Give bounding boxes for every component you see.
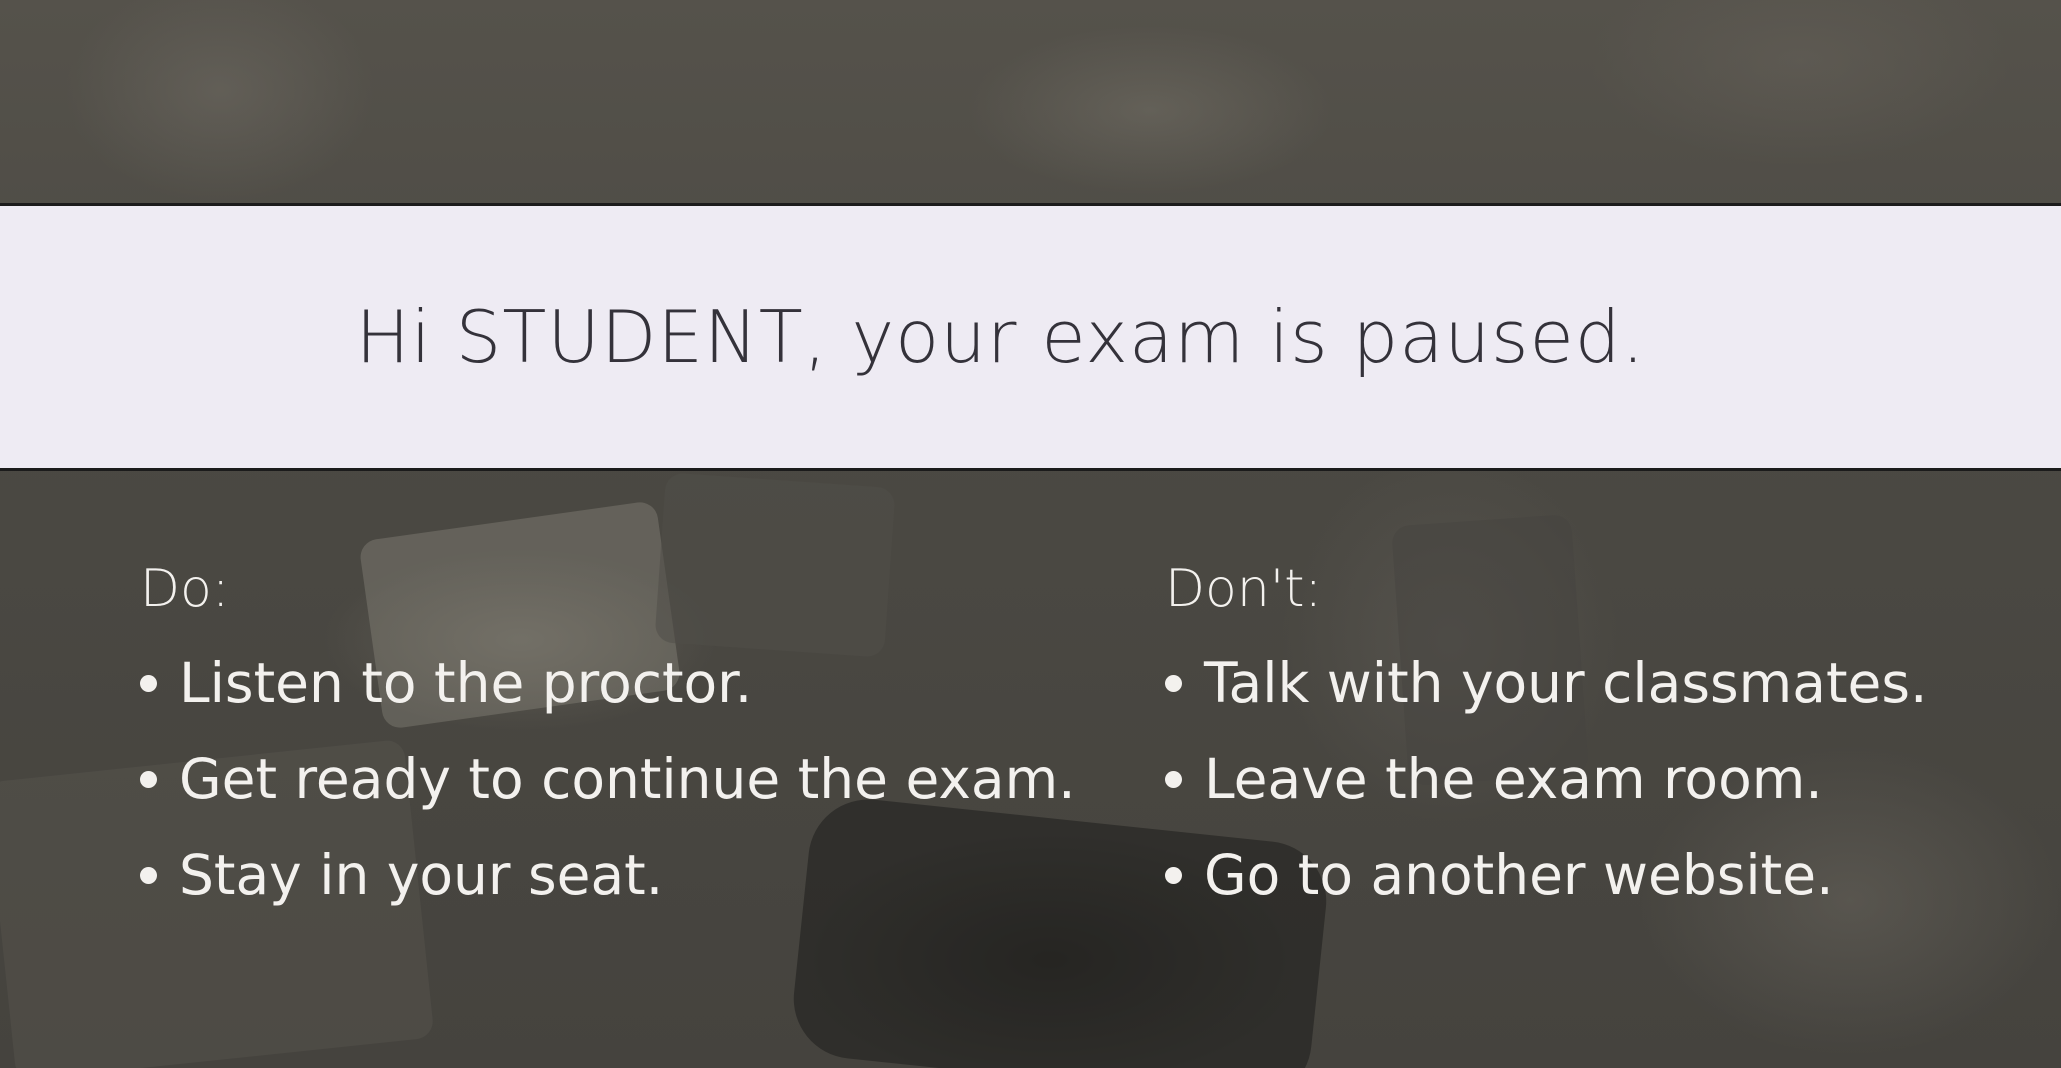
bullet-icon [140, 866, 157, 884]
dont-heading: Don't: [1165, 559, 1323, 619]
list-item: Go to another website. [1165, 841, 1928, 909]
list-item: Stay in your seat. [140, 841, 1076, 909]
list-item-text: Talk with your classmates. [1204, 651, 1928, 715]
list-item: Get ready to continue the exam. [140, 745, 1076, 813]
bullet-icon [1165, 866, 1182, 884]
do-list: Listen to the proctor. Get ready to cont… [140, 649, 1076, 909]
dont-section: Don't: Talk with your classmates. Leave … [1165, 555, 1928, 937]
do-section: Do: Listen to the proctor. Get ready to … [140, 555, 1076, 937]
list-item-text: Leave the exam room. [1204, 747, 1823, 811]
pause-message: Hi STUDENT, your exam is paused. [355, 295, 1646, 379]
bullet-icon [140, 770, 157, 788]
list-item-text: Listen to the proctor. [179, 651, 753, 715]
bullet-icon [1165, 770, 1182, 788]
list-item: Listen to the proctor. [140, 649, 1076, 717]
list-item: Leave the exam room. [1165, 745, 1928, 813]
pause-banner: Hi STUDENT, your exam is paused. [0, 203, 2061, 471]
list-item-text: Stay in your seat. [179, 843, 664, 907]
bullet-icon [1165, 674, 1182, 692]
list-item-text: Get ready to continue the exam. [179, 747, 1076, 811]
dont-list: Talk with your classmates. Leave the exa… [1165, 649, 1928, 909]
list-item: Talk with your classmates. [1165, 649, 1928, 717]
list-item-text: Go to another website. [1204, 843, 1834, 907]
bullet-icon [140, 674, 157, 692]
do-heading: Do: [140, 559, 230, 619]
